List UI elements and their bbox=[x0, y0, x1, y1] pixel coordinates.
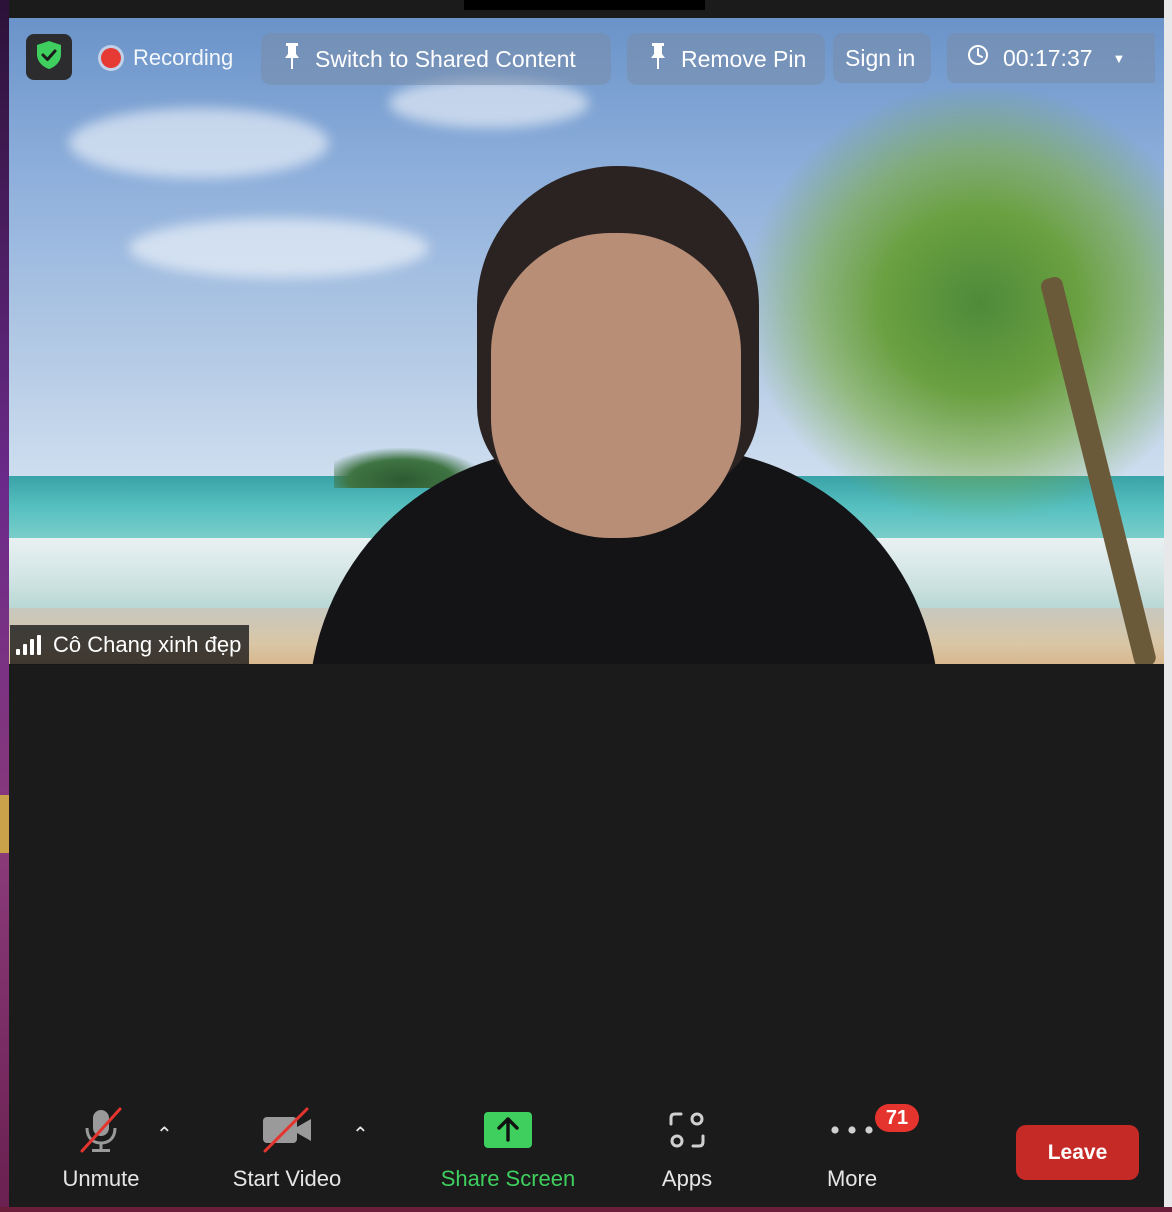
title-bar bbox=[9, 0, 1164, 18]
sign-in-label: Sign in bbox=[845, 44, 916, 71]
pin-icon bbox=[649, 42, 681, 76]
clock-icon bbox=[967, 44, 1003, 72]
recording-indicator[interactable]: Recording bbox=[101, 40, 233, 76]
leave-button[interactable]: Leave bbox=[1016, 1125, 1139, 1180]
desktop-window-strip bbox=[0, 795, 9, 853]
shield-check-icon bbox=[36, 40, 62, 75]
recording-dot-icon bbox=[101, 48, 121, 68]
meeting-toolbar: Unmute ⌃ Start Video ⌃ Share Screen Apps… bbox=[9, 1100, 1164, 1207]
remove-pin-button[interactable]: Remove Pin bbox=[627, 33, 825, 85]
participant-name: Cô Chang xinh đẹp bbox=[53, 632, 242, 657]
sign-in-button[interactable]: Sign in bbox=[833, 33, 931, 83]
meeting-timer[interactable]: 00:17:37 ▼ bbox=[947, 33, 1155, 83]
background-cloud bbox=[389, 78, 589, 128]
audio-options-chevron-up-icon[interactable]: ⌃ bbox=[156, 1122, 173, 1147]
switch-to-shared-content-button[interactable]: Switch to Shared Content bbox=[261, 33, 611, 85]
video-options-chevron-up-icon[interactable]: ⌃ bbox=[352, 1122, 369, 1147]
video-off-icon bbox=[259, 1100, 315, 1160]
apps-button[interactable]: Apps bbox=[649, 1100, 725, 1207]
share-screen-button[interactable]: Share Screen bbox=[429, 1100, 587, 1207]
unmute-button[interactable]: Unmute bbox=[49, 1100, 153, 1207]
background-cloud bbox=[129, 218, 429, 278]
start-video-button[interactable]: Start Video bbox=[214, 1100, 360, 1207]
participant-name-tag: Cô Chang xinh đẹp bbox=[10, 625, 250, 665]
signal-bars-icon bbox=[16, 635, 41, 655]
apps-icon bbox=[667, 1100, 707, 1160]
start-video-label: Start Video bbox=[232, 1166, 342, 1191]
apps-label: Apps bbox=[661, 1166, 713, 1191]
recording-label: Recording bbox=[133, 45, 234, 70]
background-cloud bbox=[69, 108, 329, 178]
switch-to-shared-content-label: Switch to Shared Content bbox=[315, 45, 576, 72]
participant-video-tile[interactable] bbox=[9, 18, 1164, 664]
zoom-meeting-window: Recording Switch to Shared Content Remov… bbox=[9, 0, 1164, 1207]
title-bar-notch bbox=[464, 0, 705, 10]
desktop-edge-left bbox=[0, 0, 9, 1212]
unmute-label: Unmute bbox=[62, 1166, 140, 1191]
muted-mic-icon bbox=[76, 1100, 126, 1160]
pin-icon bbox=[283, 42, 315, 76]
security-shield-button[interactable] bbox=[26, 34, 72, 80]
more-dots-icon bbox=[830, 1100, 874, 1160]
more-label: More bbox=[826, 1166, 878, 1191]
timer-value: 00:17:37 bbox=[1003, 44, 1093, 71]
desktop-edge-right bbox=[1164, 0, 1172, 1212]
share-screen-icon bbox=[483, 1100, 533, 1160]
desktop-edge-bottom bbox=[0, 1207, 1172, 1212]
notification-count-badge: 71 bbox=[875, 1104, 919, 1132]
participant-face bbox=[491, 233, 741, 538]
share-screen-label: Share Screen bbox=[440, 1166, 576, 1191]
remove-pin-label: Remove Pin bbox=[681, 45, 807, 72]
chevron-down-icon[interactable]: ▼ bbox=[1113, 51, 1126, 66]
